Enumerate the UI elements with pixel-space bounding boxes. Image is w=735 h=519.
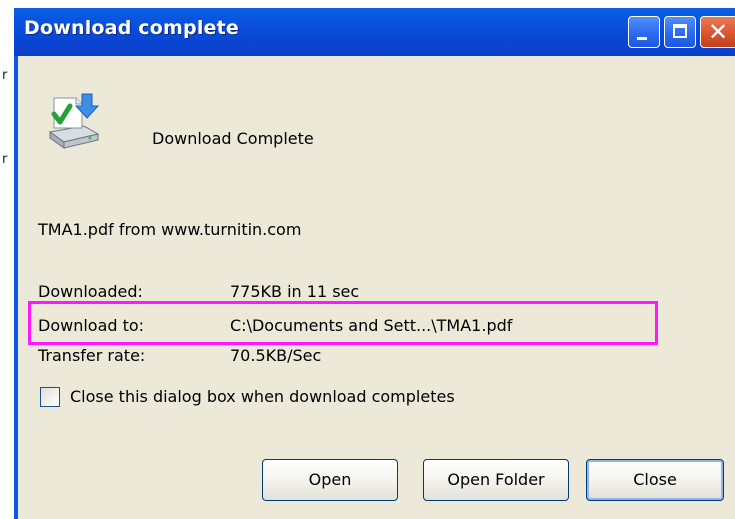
highlight-box [28, 301, 658, 345]
close-button[interactable]: Close [586, 459, 724, 501]
background-text-fragment: r [2, 68, 8, 83]
dialog-heading: Download Complete [152, 129, 314, 148]
detail-value: 70.5KB/Sec [230, 346, 322, 365]
maximize-button[interactable] [664, 16, 696, 48]
title-bar[interactable]: Download complete ✕ [14, 8, 735, 56]
maximize-icon [673, 24, 687, 38]
detail-label: Transfer rate: [38, 346, 146, 365]
open-folder-button[interactable]: Open Folder [423, 459, 569, 501]
download-source: TMA1.pdf from www.turnitin.com [38, 220, 302, 239]
dialog-body: Download Complete TMA1.pdf from www.turn… [18, 56, 735, 519]
close-icon: ✕ [708, 18, 729, 46]
background-text-fragment: r [2, 152, 8, 167]
checkbox-label[interactable]: Close this dialog box when download comp… [70, 387, 455, 406]
background-window-edge: r r [0, 0, 14, 519]
download-complete-icon [48, 93, 100, 149]
detail-value: 775KB in 11 sec [230, 282, 360, 301]
download-complete-dialog: Download complete ✕ Download Complete TM… [14, 8, 735, 519]
screen: r r Download complete ✕ Download Complet… [0, 0, 735, 519]
detail-label: Downloaded: [38, 282, 143, 301]
minimize-icon [637, 37, 647, 40]
close-when-complete-checkbox[interactable] [40, 387, 60, 407]
close-window-button[interactable]: ✕ [700, 16, 735, 48]
window-title: Download complete [24, 17, 239, 39]
minimize-button[interactable] [628, 16, 660, 48]
open-button[interactable]: Open [262, 459, 398, 501]
